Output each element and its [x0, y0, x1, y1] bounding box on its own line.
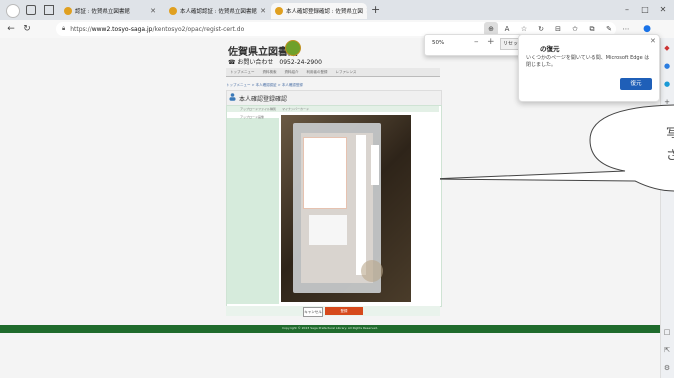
file-type-label: アップロードファイル種別	[240, 107, 277, 111]
back-arrow-icon[interactable]: ←	[4, 22, 18, 36]
sidebar-layout-icon[interactable]: □	[663, 328, 671, 336]
mascot-icon	[285, 40, 301, 56]
callout-line-2: さ	[666, 148, 674, 162]
callout-bubble	[440, 104, 674, 192]
profile-avatar[interactable]	[6, 4, 20, 18]
image-label: アップロード画像	[240, 115, 265, 119]
callout-line-1: 写	[666, 126, 674, 140]
edge-sidebar	[660, 38, 674, 378]
user-icon	[229, 93, 236, 101]
close-icon[interactable]: ✕	[650, 37, 656, 45]
settings-gear-icon[interactable]: ⚙	[663, 364, 671, 372]
office-icon[interactable]: ●	[663, 62, 671, 70]
tab-label: 本人確認認証 : 佐賀県立図書館	[180, 9, 257, 15]
register-button[interactable]: 登録	[325, 307, 363, 315]
form-label-column	[227, 118, 279, 304]
close-icon[interactable]: ✕	[366, 7, 367, 15]
restore-message: いくつかのページを開いている間、Microsoft Edge は閉じました。	[526, 55, 650, 68]
tab-1[interactable]: 認証 : 佐賀県立図書館 ✕	[60, 3, 160, 19]
site-nav: トップメニュー 資料検索 資料紹介 利用者の登録 レファレンス	[226, 68, 440, 77]
url-prefix: https://	[70, 25, 92, 33]
nav-item-reference[interactable]: レファレンス	[332, 68, 361, 76]
nav-item-search[interactable]: 資料検索	[259, 68, 281, 76]
close-icon[interactable]: ✕	[260, 7, 266, 15]
zoom-in-button[interactable]: +	[487, 37, 495, 47]
nav-item-top[interactable]: トップメニュー	[226, 68, 259, 76]
tab-3-active[interactable]: 本人確認登録確認 : 佐賀県立図 ✕	[271, 3, 367, 19]
nav-item-intro[interactable]: 資料紹介	[281, 68, 303, 76]
tab-2[interactable]: 本人確認認証 : 佐賀県立図書館 ✕	[165, 3, 270, 19]
close-icon[interactable]: ✕	[150, 7, 156, 15]
close-window-button[interactable]: ✕	[654, 3, 672, 17]
library-favicon	[64, 7, 72, 15]
outlook-icon[interactable]: ●	[663, 80, 671, 88]
library-favicon	[169, 7, 177, 15]
shopping-icon[interactable]: ◆	[663, 44, 671, 52]
uploaded-photo	[281, 115, 411, 302]
url-host: www2.tosyo-saga.jp	[91, 25, 153, 33]
restore-button[interactable]: 復元	[620, 78, 652, 90]
contact-phone: ☎ お問い合わせ 0952-24-2900	[228, 59, 322, 66]
callout-text: 写 さ	[666, 122, 674, 166]
tab-actions-icon[interactable]	[44, 5, 54, 15]
zoom-level: 50%	[432, 40, 445, 46]
workspaces-icon[interactable]	[26, 5, 36, 15]
restore-title: の復元	[540, 45, 560, 53]
library-favicon	[275, 7, 283, 15]
url-path: /kentosyo2/opac/regist-cert.do	[152, 25, 245, 33]
refresh-icon[interactable]: ↻	[20, 22, 34, 36]
tab-label: 認証 : 佐賀県立図書館	[75, 9, 130, 15]
copyright-text: Copyright © 2023 Saga Prefectural Librar…	[282, 326, 378, 330]
breadcrumb[interactable]: トップメニュー > 本人確認認証 > 本人確認登録	[226, 83, 303, 88]
page-title: 本人確認登録確認	[239, 96, 288, 103]
zoom-out-button[interactable]: –	[474, 37, 479, 47]
tab-label: 本人確認登録確認 : 佐賀県立図	[286, 9, 363, 15]
file-type-value: マイナンバーカード	[282, 107, 309, 111]
cancel-button[interactable]: キャンセル	[303, 307, 323, 317]
nav-item-register[interactable]: 利用者の登録	[303, 68, 332, 76]
external-link-icon[interactable]: ⇱	[663, 346, 671, 354]
maximize-button[interactable]: □	[636, 3, 654, 17]
new-tab-button[interactable]: +	[371, 3, 380, 16]
lock-icon: 🔒︎	[62, 25, 66, 32]
minimize-button[interactable]: –	[618, 3, 636, 17]
